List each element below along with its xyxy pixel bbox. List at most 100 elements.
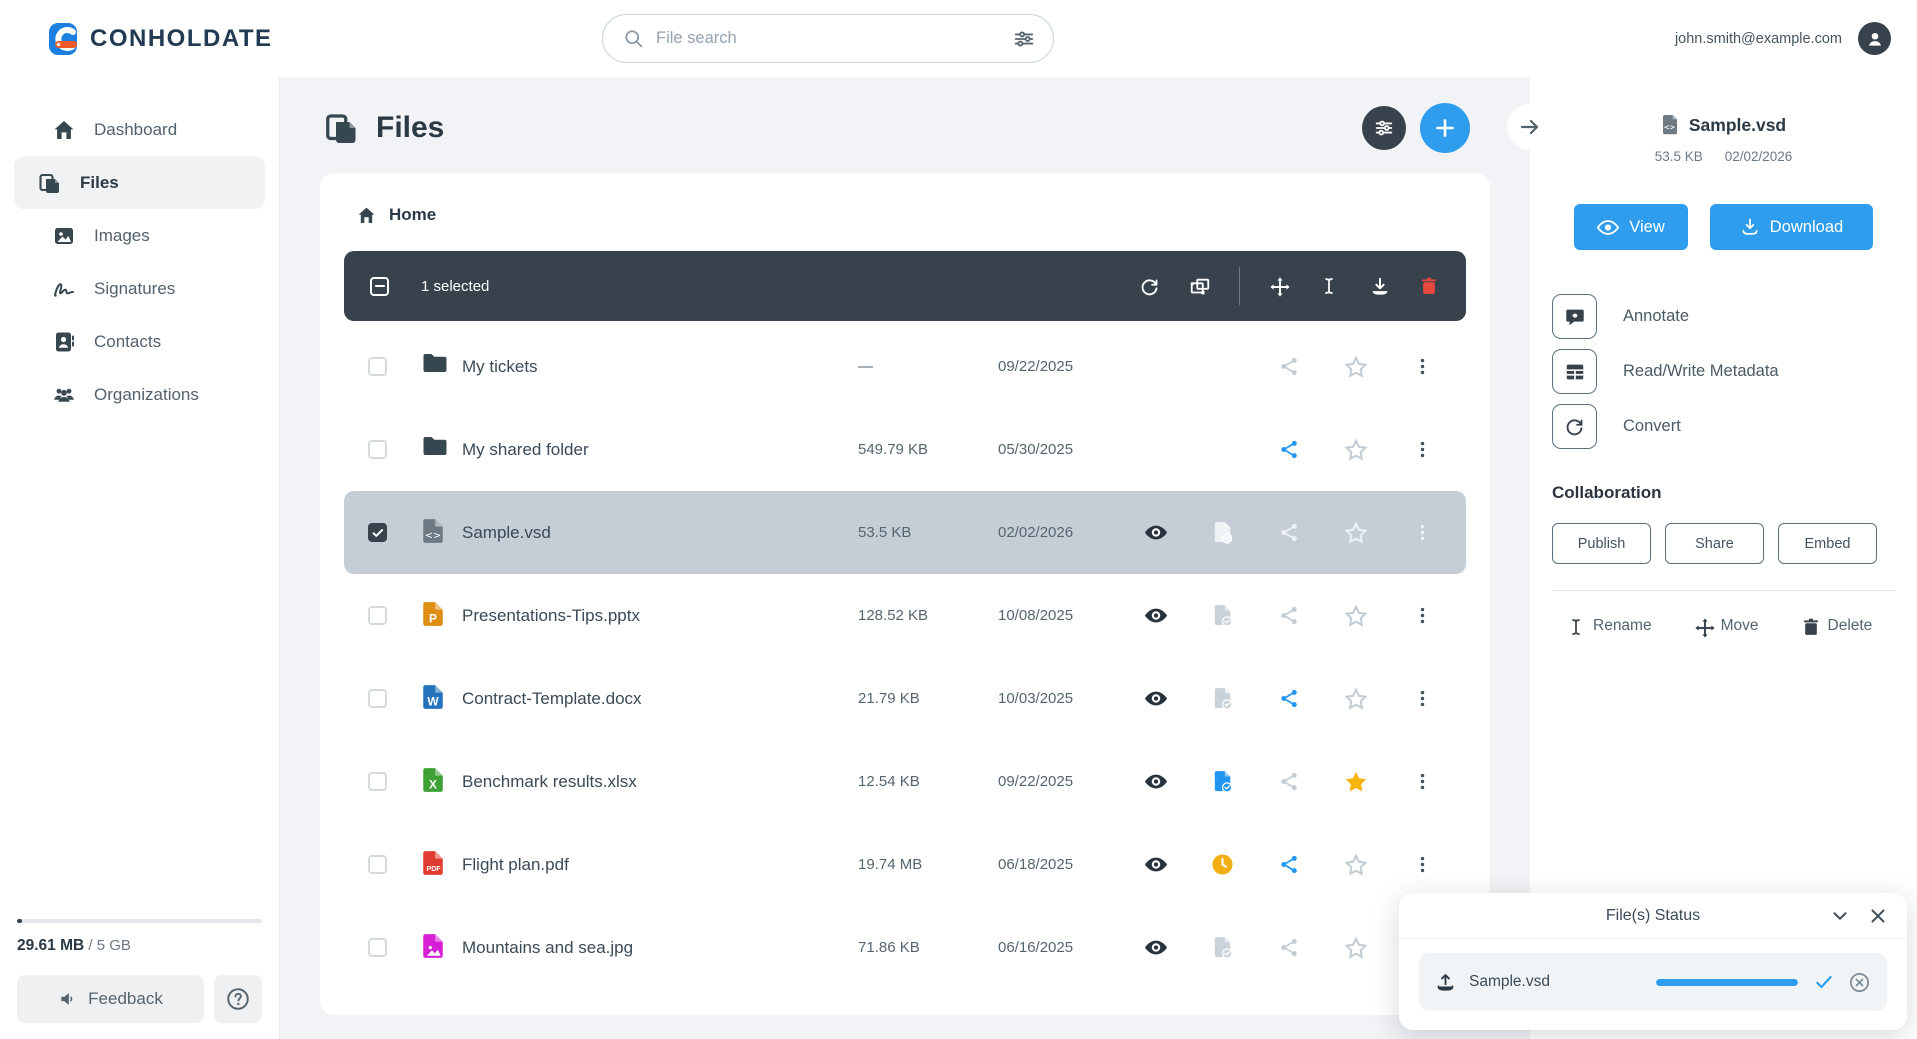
annotate-action[interactable]: Annotate <box>1552 294 1917 339</box>
toolbar-download-icon[interactable] <box>1369 276 1390 297</box>
row-checkbox[interactable] <box>368 689 387 708</box>
help-button[interactable] <box>214 975 262 1023</box>
popup-close-icon[interactable] <box>1867 905 1889 927</box>
file-row[interactable]: PDF Flight plan.pdf 19.74 MB 06/18/2025 <box>344 823 1466 906</box>
file-status-icon[interactable] <box>1211 853 1235 877</box>
select-all-checkbox[interactable] <box>370 276 389 296</box>
delete-button[interactable]: Delete <box>1801 617 1872 635</box>
star-icon[interactable] <box>1343 438 1368 462</box>
upload-progress-bar <box>1656 978 1798 986</box>
preview-eye-icon[interactable] <box>1144 521 1168 545</box>
star-icon[interactable] <box>1343 936 1368 960</box>
feedback-button[interactable]: Feedback <box>17 975 204 1023</box>
row-checkbox[interactable] <box>368 772 387 791</box>
user-avatar[interactable] <box>1858 22 1891 55</box>
row-menu-icon[interactable] <box>1410 604 1434 628</box>
share-button[interactable]: Share <box>1665 523 1764 564</box>
row-menu-icon[interactable] <box>1410 438 1434 462</box>
star-icon[interactable] <box>1343 355 1368 379</box>
publish-button[interactable]: Publish <box>1552 523 1651 564</box>
move-button[interactable]: Move <box>1694 617 1759 638</box>
collapse-panel-button[interactable] <box>1507 104 1553 150</box>
sidebar-item-images[interactable]: Images <box>14 209 265 262</box>
search-input[interactable] <box>656 29 1013 48</box>
file-row[interactable]: <> Sample.vsd 53.5 KB 02/02/2026 <box>344 491 1466 574</box>
preview-eye-icon[interactable] <box>1144 604 1168 628</box>
share-icon[interactable] <box>1277 604 1301 628</box>
svg-text:<>: <> <box>425 530 441 541</box>
file-status-icon[interactable] <box>1211 770 1235 794</box>
file-status-icon[interactable] <box>1211 355 1235 379</box>
share-icon[interactable] <box>1277 687 1301 711</box>
preview-eye-icon[interactable] <box>1144 853 1168 877</box>
toolbar-move-icon[interactable] <box>1269 276 1290 297</box>
row-checkbox[interactable] <box>368 606 387 625</box>
file-name: Contract-Template.docx <box>462 688 642 708</box>
row-checkbox[interactable] <box>368 855 387 874</box>
preview-eye-icon[interactable] <box>1144 355 1168 379</box>
read-write-metadata-action[interactable]: Read/Write Metadata <box>1552 349 1917 394</box>
share-icon[interactable] <box>1277 521 1301 545</box>
embed-button[interactable]: Embed <box>1778 523 1877 564</box>
file-name: Sample.vsd <box>462 522 551 542</box>
share-icon[interactable] <box>1277 936 1301 960</box>
search-filter-icon[interactable] <box>1013 28 1035 50</box>
sidebar-item-files[interactable]: Files <box>14 156 265 209</box>
preview-eye-icon[interactable] <box>1144 770 1168 794</box>
file-status-icon[interactable] <box>1211 604 1235 628</box>
file-row[interactable]: My shared folder 549.79 KB 05/30/2025 <box>344 408 1466 491</box>
toolbar-combine-icon[interactable] <box>1189 276 1210 297</box>
file-row[interactable]: W Contract-Template.docx 21.79 KB 10/03/202… <box>344 657 1466 740</box>
download-button[interactable]: Download <box>1710 204 1873 250</box>
bubble-icon <box>1552 294 1597 339</box>
star-icon[interactable] <box>1343 521 1368 545</box>
toolbar-refresh-icon[interactable] <box>1139 276 1160 297</box>
file-row[interactable]: P Presentations-Tips.pptx 128.52 KB 10/08/2… <box>344 574 1466 657</box>
row-menu-icon[interactable] <box>1410 521 1434 545</box>
sidebar-item-signatures[interactable]: Signatures <box>14 262 265 315</box>
file-status-icon[interactable] <box>1211 521 1235 545</box>
share-icon[interactable] <box>1277 770 1301 794</box>
row-menu-icon[interactable] <box>1410 355 1434 379</box>
row-checkbox[interactable] <box>368 440 387 459</box>
row-menu-icon[interactable] <box>1410 687 1434 711</box>
files-icon <box>324 110 360 146</box>
preview-eye-icon[interactable] <box>1144 438 1168 462</box>
file-row[interactable]: X Benchmark results.xlsx 12.54 KB 09/22/202… <box>344 740 1466 823</box>
convert-action[interactable]: Convert <box>1552 404 1917 449</box>
star-icon[interactable] <box>1343 853 1368 877</box>
popup-collapse-icon[interactable] <box>1829 905 1851 927</box>
sidebar-item-organizations[interactable]: Organizations <box>14 368 265 421</box>
toolbar-rename-icon[interactable] <box>1319 276 1340 297</box>
toolbar-trash-icon[interactable] <box>1419 276 1440 297</box>
preview-eye-icon[interactable] <box>1144 687 1168 711</box>
file-row[interactable]: Mountains and sea.jpg 71.86 KB 06/16/2025 <box>344 906 1466 989</box>
star-icon[interactable] <box>1343 604 1368 628</box>
breadcrumb[interactable]: Home <box>344 199 1466 231</box>
page-title: Files <box>324 110 444 146</box>
file-status-icon[interactable] <box>1211 936 1235 960</box>
rename-button[interactable]: Rename <box>1566 617 1652 635</box>
preview-eye-icon[interactable] <box>1144 936 1168 960</box>
file-search-bar[interactable] <box>602 14 1054 63</box>
sidebar-item-contacts[interactable]: Contacts <box>14 315 265 368</box>
file-status-icon[interactable] <box>1211 438 1235 462</box>
add-file-button[interactable] <box>1420 103 1470 153</box>
share-icon[interactable] <box>1277 853 1301 877</box>
storage-used: 29.61 MB <box>17 937 85 954</box>
row-checkbox[interactable] <box>368 357 387 376</box>
file-status-icon[interactable] <box>1211 687 1235 711</box>
upload-cancel-icon[interactable] <box>1848 971 1871 994</box>
star-icon[interactable] <box>1343 687 1368 711</box>
share-icon[interactable] <box>1277 438 1301 462</box>
star-icon[interactable] <box>1344 770 1368 794</box>
row-menu-icon[interactable] <box>1410 770 1434 794</box>
list-filter-button[interactable] <box>1362 106 1406 150</box>
sidebar-item-dashboard[interactable]: Dashboard <box>14 103 265 156</box>
row-checkbox[interactable] <box>368 523 387 542</box>
view-button[interactable]: View <box>1574 204 1688 250</box>
share-icon[interactable] <box>1277 355 1301 379</box>
row-checkbox[interactable] <box>368 938 387 957</box>
row-menu-icon[interactable] <box>1410 853 1434 877</box>
file-row[interactable]: My tickets — 09/22/2025 <box>344 325 1466 408</box>
